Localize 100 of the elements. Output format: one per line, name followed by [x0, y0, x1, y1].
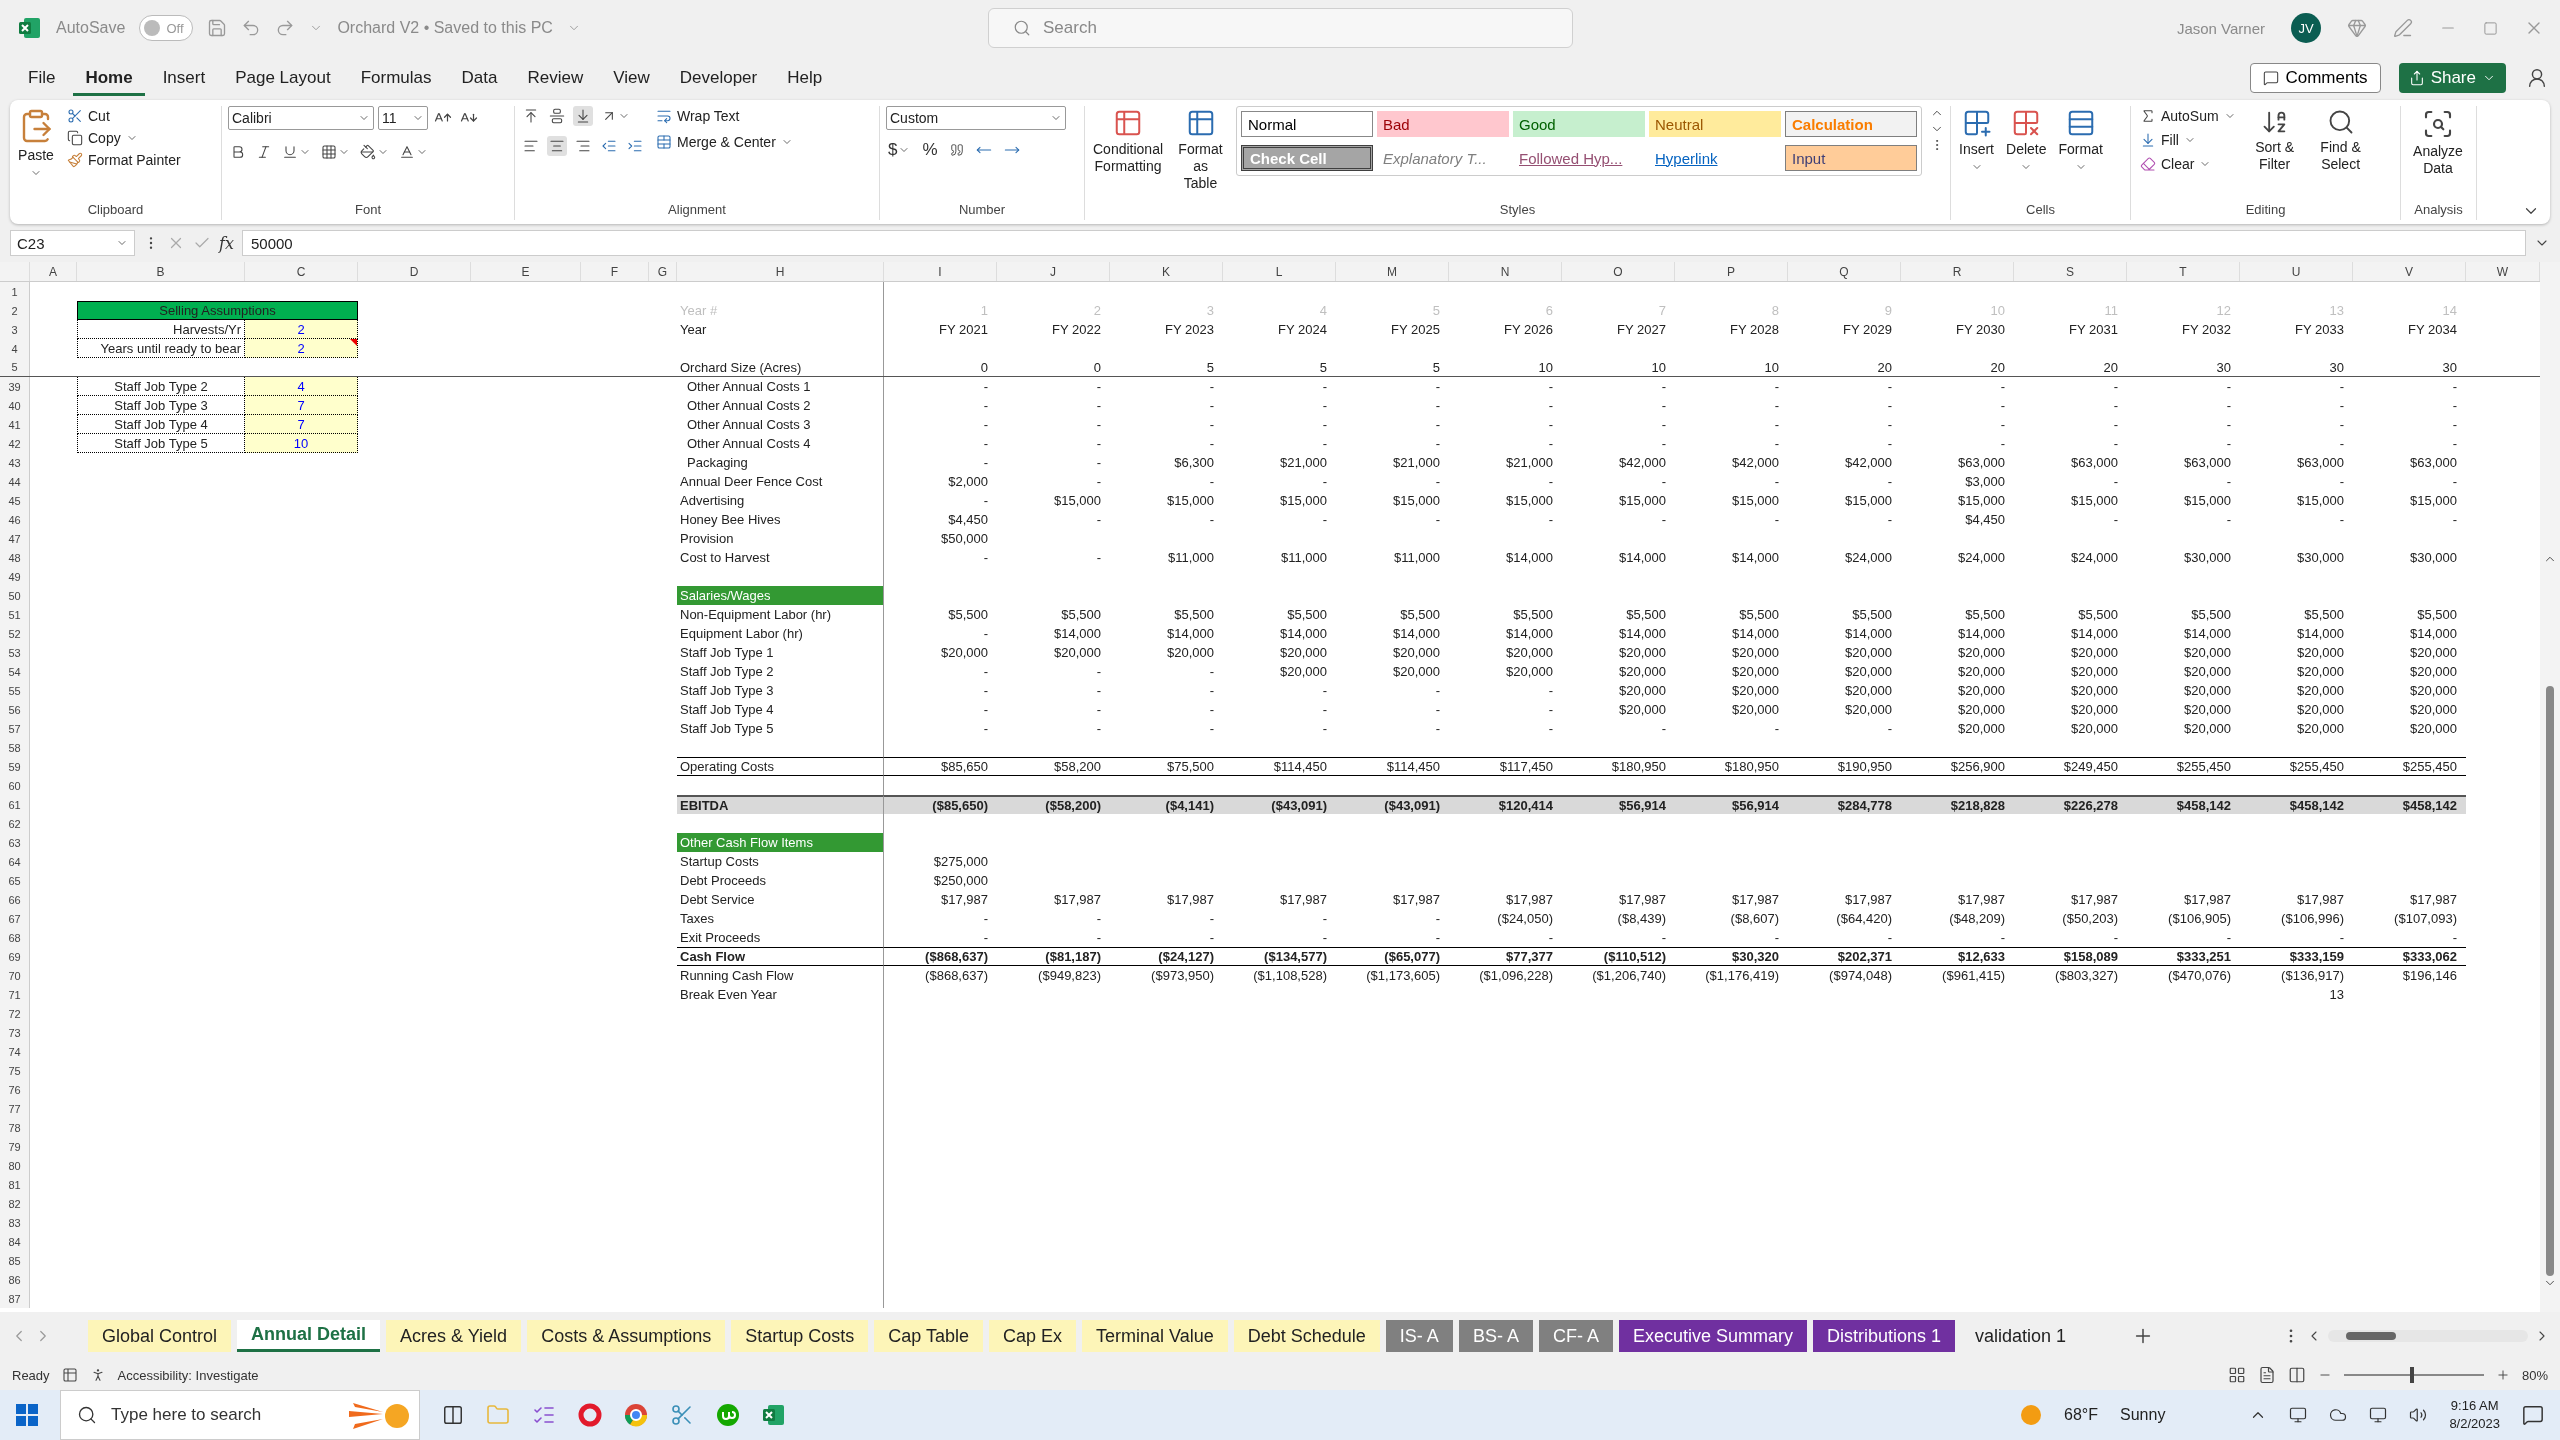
column-header[interactable]: A [30, 262, 77, 281]
sheet-tab[interactable]: Debt Schedule [1233, 1320, 1380, 1352]
menu-tab[interactable]: Page Layout [223, 60, 343, 96]
row-header[interactable]: 59 [0, 757, 30, 776]
row-header[interactable]: 52 [0, 624, 30, 643]
cloud-icon[interactable] [2329, 1406, 2348, 1424]
menu-tab[interactable]: Developer [667, 60, 770, 96]
row-header[interactable]: 68 [0, 928, 30, 947]
display-icon[interactable] [2289, 1406, 2308, 1424]
column-header[interactable]: N [1449, 262, 1562, 281]
merge-center-button[interactable]: Merge & Center [653, 132, 796, 152]
menu-tab[interactable]: Formulas [348, 60, 444, 96]
number-format-dropdown[interactable]: Custom [886, 106, 1066, 130]
sheet-tab[interactable]: Executive Summary [1618, 1320, 1807, 1352]
row-header[interactable]: 5 [0, 358, 30, 376]
column-header[interactable]: G [649, 262, 677, 281]
column-header[interactable]: D [358, 262, 471, 281]
column-header[interactable]: E [471, 262, 581, 281]
row-header[interactable]: 46 [0, 510, 30, 529]
app-icon[interactable] [716, 1403, 740, 1427]
row-header[interactable]: 69 [0, 947, 30, 966]
row-header[interactable]: 78 [0, 1118, 30, 1137]
row-header[interactable]: 71 [0, 985, 30, 1004]
row-header[interactable]: 67 [0, 909, 30, 928]
align-center-button[interactable] [547, 136, 567, 156]
row-header[interactable]: 80 [0, 1156, 30, 1175]
copy-button[interactable]: Copy [64, 128, 184, 148]
row-header[interactable]: 70 [0, 966, 30, 985]
input-cell[interactable]: 7 [245, 396, 358, 415]
row-header[interactable]: 3 [0, 320, 30, 339]
row-header[interactable]: 56 [0, 700, 30, 719]
format-button[interactable]: Format [2056, 106, 2105, 175]
column-header[interactable]: L [1223, 262, 1336, 281]
scrollbar-thumb[interactable] [2546, 686, 2554, 1276]
row-header[interactable]: 83 [0, 1213, 30, 1232]
sheet-tab[interactable]: BS- A [1458, 1320, 1533, 1352]
row-header[interactable]: 43 [0, 453, 30, 472]
share-button[interactable]: Share [2398, 63, 2506, 93]
row-header[interactable]: 53 [0, 643, 30, 662]
column-header[interactable]: F [581, 262, 649, 281]
find-select-button[interactable]: Find & Select [2310, 106, 2371, 175]
column-header[interactable]: J [997, 262, 1110, 281]
row-header[interactable]: 41 [0, 415, 30, 434]
diamond-icon[interactable] [2347, 18, 2367, 38]
row-header[interactable]: 85 [0, 1251, 30, 1270]
row-header[interactable]: 61 [0, 795, 30, 814]
row-header[interactable]: 86 [0, 1270, 30, 1289]
row-header[interactable]: 1 [0, 282, 30, 301]
column-header[interactable]: I [884, 262, 997, 281]
menu-tab[interactable]: Insert [150, 60, 218, 96]
row-header[interactable]: 65 [0, 871, 30, 890]
row-header[interactable]: 2 [0, 301, 30, 320]
row-header[interactable]: 40 [0, 396, 30, 415]
row-header[interactable]: 42 [0, 434, 30, 453]
clear-button[interactable]: Clear [2137, 154, 2239, 174]
menu-tab[interactable]: Data [449, 60, 510, 96]
scissors-icon[interactable] [670, 1403, 694, 1427]
sort-filter-button[interactable]: Sort & Filter [2246, 106, 2303, 175]
middle-align-button[interactable] [547, 106, 567, 126]
currency-button[interactable]: $ [886, 138, 913, 162]
row-header[interactable]: 54 [0, 662, 30, 681]
input-cell[interactable]: 4 [245, 377, 358, 396]
column-header[interactable]: K [1110, 262, 1223, 281]
menu-tab[interactable]: Review [515, 60, 596, 96]
cut-button[interactable]: Cut [64, 106, 184, 126]
column-header[interactable]: M [1336, 262, 1449, 281]
row-header[interactable]: 82 [0, 1194, 30, 1213]
sheet-tab[interactable]: Annual Detail [237, 1320, 381, 1352]
input-cell[interactable]: 2 [245, 320, 358, 339]
cell-style-option[interactable]: Good [1513, 111, 1645, 137]
sheet-tab[interactable]: Distributions 1 [1813, 1320, 1956, 1352]
row-header[interactable]: 77 [0, 1099, 30, 1118]
column-header[interactable]: P [1675, 262, 1788, 281]
row-header[interactable]: 75 [0, 1061, 30, 1080]
row-header[interactable]: 4 [0, 339, 30, 358]
menu-tab[interactable]: View [601, 60, 662, 96]
user-avatar[interactable]: JV [2291, 13, 2321, 43]
delete-button[interactable]: Delete [2004, 106, 2049, 175]
column-header[interactable]: V [2353, 262, 2466, 281]
sheet-tab[interactable]: Global Control [88, 1320, 232, 1352]
paste-button[interactable]: Paste [16, 106, 56, 181]
font-name-dropdown[interactable]: Calibri [228, 106, 374, 130]
row-header[interactable]: 73 [0, 1023, 30, 1042]
save-icon[interactable] [207, 18, 228, 38]
row-header[interactable]: 63 [0, 833, 30, 852]
column-header[interactable]: S [2014, 262, 2127, 281]
task-view-icon[interactable] [442, 1404, 464, 1426]
row-header[interactable]: 76 [0, 1080, 30, 1099]
format-painter-button[interactable]: Format Painter [64, 150, 184, 170]
row-header[interactable]: 74 [0, 1042, 30, 1061]
sheet-tab[interactable]: Cap Table [874, 1320, 983, 1352]
cell-style-option[interactable]: Bad [1377, 111, 1509, 137]
sheet-tab[interactable]: IS- A [1385, 1320, 1453, 1352]
page-layout-icon[interactable] [2257, 1366, 2276, 1384]
sheet-tab[interactable]: Cap Ex [989, 1320, 1077, 1352]
row-header[interactable]: 81 [0, 1175, 30, 1194]
column-header[interactable]: H [677, 262, 884, 281]
format-as-table-button[interactable]: Format as Table [1173, 106, 1228, 194]
column-header[interactable]: T [2127, 262, 2240, 281]
notification-icon[interactable] [2522, 1404, 2544, 1426]
